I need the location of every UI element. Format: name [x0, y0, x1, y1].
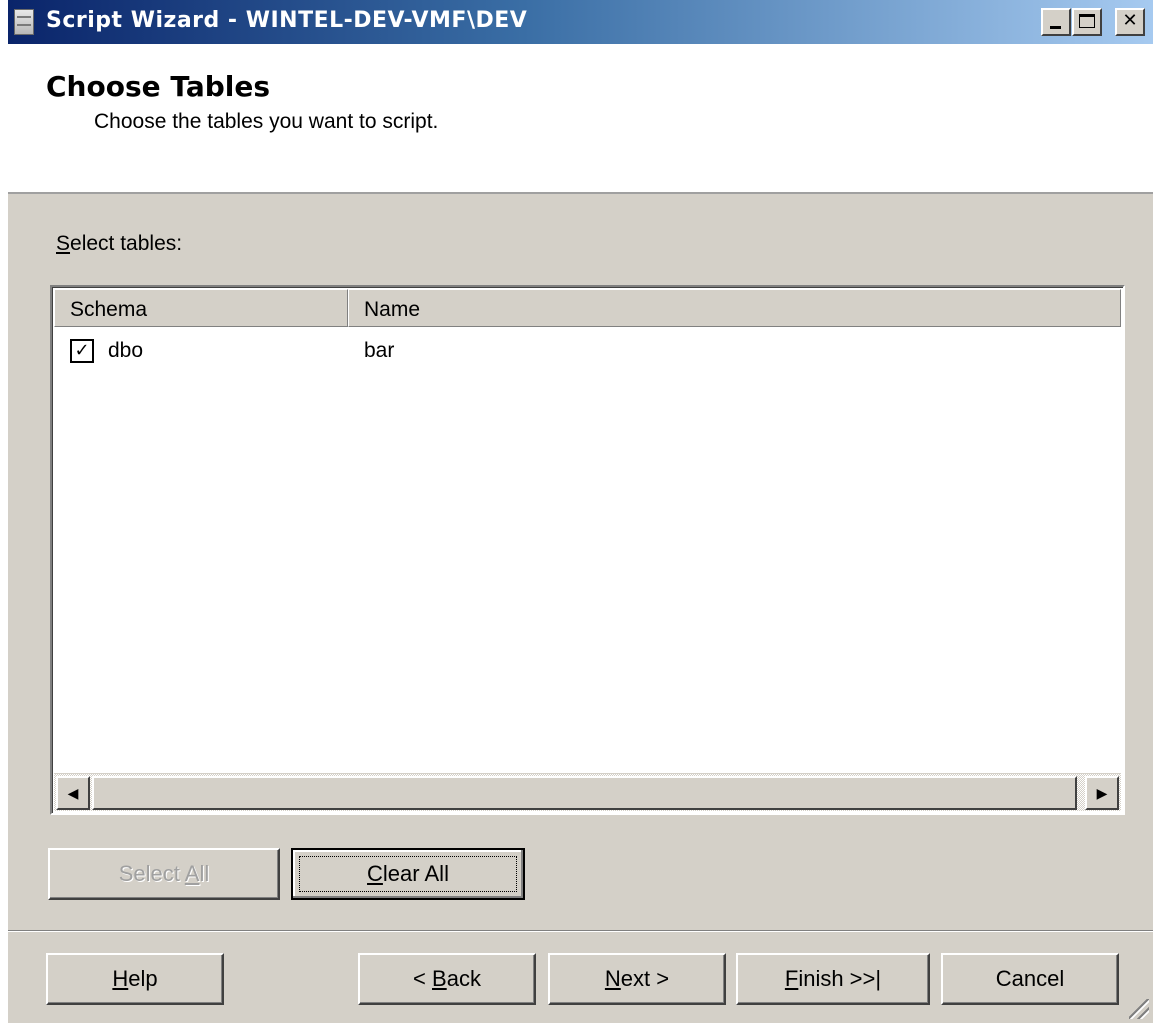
table-row[interactable]: ✓ dbo bar: [54, 335, 1121, 367]
next-button[interactable]: Next >: [548, 953, 726, 1005]
help-button[interactable]: Help: [46, 953, 224, 1005]
scroll-left-button[interactable]: ◀: [56, 776, 90, 810]
page-title: Choose Tables: [46, 70, 271, 103]
tables-list[interactable]: Schema Name ✓ dbo bar ◀ ▶: [50, 285, 1125, 815]
scroll-right-button[interactable]: ▶: [1085, 776, 1119, 810]
back-label-post: ack: [446, 966, 481, 991]
column-header-schema[interactable]: Schema: [54, 289, 348, 327]
back-button[interactable]: < Back: [358, 953, 536, 1005]
script-wizard-window: Script Wizard - WINTEL-DEV-VMF\DEV ✕ Cho…: [8, 0, 1153, 1023]
clear-all-label-post: lear All: [382, 861, 449, 886]
next-label-mnemonic: N: [604, 966, 621, 991]
select-all-label-mnemonic: A: [184, 861, 200, 886]
maximize-icon: [1079, 14, 1095, 28]
column-header-name[interactable]: Name: [348, 289, 1121, 327]
footer-divider: [8, 930, 1153, 932]
select-tables-label: Select tables:: [56, 232, 182, 256]
select-tables-label-text: elect tables:: [70, 232, 183, 255]
clear-all-label-mnemonic: C: [367, 861, 383, 886]
scroll-thumb[interactable]: [92, 776, 1077, 810]
list-header: Schema Name: [54, 289, 1121, 327]
table-row-checkbox[interactable]: ✓: [70, 339, 94, 363]
finish-button[interactable]: Finish >>|: [736, 953, 930, 1005]
finish-label-mnemonic: F: [784, 966, 799, 991]
select-tables-label-mnemonic: S: [56, 232, 71, 255]
next-label-post: ext >: [620, 966, 670, 991]
minimize-button[interactable]: [1041, 8, 1071, 36]
help-label-post: elp: [128, 966, 158, 991]
table-row-schema: dbo: [108, 339, 144, 362]
select-all-button[interactable]: Select All: [48, 848, 280, 900]
back-label-mnemonic: B: [432, 966, 447, 991]
minimize-icon: [1050, 26, 1061, 29]
resize-grip-icon[interactable]: [1129, 999, 1149, 1019]
back-label-pre: <: [413, 966, 433, 991]
arrow-right-icon: ▶: [1096, 785, 1108, 801]
maximize-button[interactable]: [1072, 8, 1102, 36]
page-subtitle: Choose the tables you want to script.: [94, 110, 439, 133]
select-all-label-pre: Select: [118, 861, 185, 886]
table-row-name: bar: [364, 339, 395, 362]
horizontal-scrollbar[interactable]: ◀ ▶: [54, 773, 1121, 811]
close-icon: ✕: [1122, 10, 1138, 31]
cancel-button[interactable]: Cancel: [941, 953, 1119, 1005]
app-icon: [14, 9, 34, 35]
wizard-header: Choose Tables Choose the tables you want…: [8, 44, 1153, 194]
focus-ring: Clear All: [299, 856, 517, 892]
close-button[interactable]: ✕: [1115, 8, 1145, 36]
title-bar[interactable]: Script Wizard - WINTEL-DEV-VMF\DEV ✕: [8, 0, 1153, 44]
help-label-mnemonic: H: [112, 966, 129, 991]
select-all-label-post: ll: [199, 861, 210, 886]
cancel-label: Cancel: [995, 966, 1065, 991]
window-title: Script Wizard - WINTEL-DEV-VMF\DEV: [46, 8, 528, 33]
finish-label-post: inish >>|: [798, 966, 882, 991]
arrow-left-icon: ◀: [67, 785, 79, 801]
clear-all-button[interactable]: Clear All: [291, 848, 525, 900]
